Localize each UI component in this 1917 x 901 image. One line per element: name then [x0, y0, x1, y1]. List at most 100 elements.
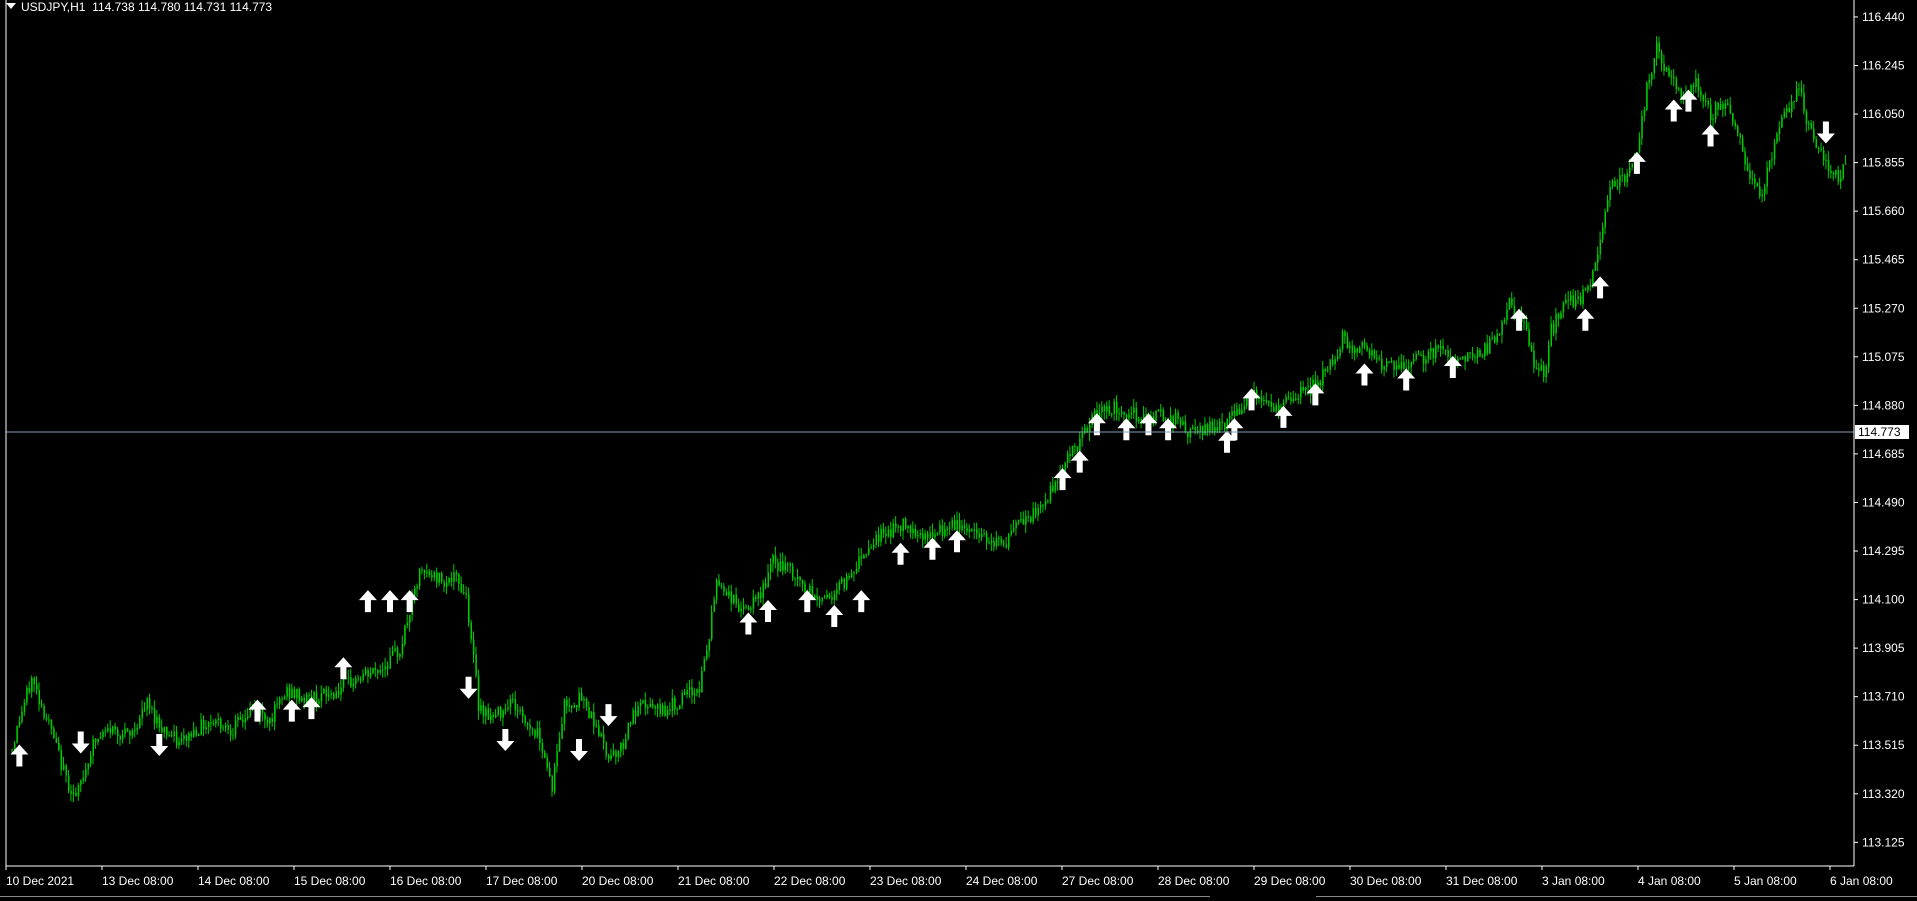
candle-body [1214, 427, 1216, 432]
candle-body [892, 523, 895, 538]
candle-body [1773, 142, 1776, 160]
candle-body [1808, 122, 1810, 124]
candle-body [504, 709, 507, 711]
sell-arrow-icon [570, 738, 588, 761]
candle-body [249, 709, 252, 716]
candle-body [551, 776, 553, 792]
candle-body [826, 594, 828, 598]
candle-body [1732, 113, 1734, 123]
candle-body [524, 716, 526, 724]
candle-body [598, 725, 600, 737]
candle-body [855, 569, 858, 573]
candle-body [1233, 410, 1236, 416]
candle-body [1243, 405, 1246, 411]
candle-body [1631, 163, 1633, 168]
candle-body [406, 622, 409, 626]
candle-body [1653, 58, 1656, 74]
candle-body [740, 608, 742, 612]
candle-body [1373, 350, 1376, 359]
y-tick-label: 114.295 [1862, 544, 1905, 558]
candle-body [1000, 538, 1003, 544]
candle-body [139, 717, 141, 728]
candle-body [1491, 337, 1494, 339]
candle-body [1533, 350, 1535, 368]
y-tick-label: 115.465 [1862, 253, 1905, 267]
candle-body [1530, 345, 1533, 351]
x-tick-label: 21 Dec 08:00 [678, 874, 750, 888]
x-tick-label: 17 Dec 08:00 [486, 874, 558, 888]
candle-body [222, 727, 225, 729]
candle-body [765, 583, 767, 587]
candle-body [1496, 333, 1498, 343]
candle-body [1344, 331, 1346, 337]
candle-body [760, 592, 762, 599]
candle-body [1638, 138, 1641, 153]
candle-body [1113, 401, 1116, 414]
candle-body [833, 593, 836, 600]
candle-body [58, 742, 60, 750]
candle-body [144, 708, 146, 710]
candle-body [1768, 160, 1771, 168]
candle-body [190, 733, 193, 737]
candle-body [360, 679, 362, 681]
candle-body [882, 528, 885, 534]
candle-body [1420, 354, 1422, 356]
candle-body [919, 533, 922, 535]
y-tick-label: 114.490 [1862, 495, 1905, 509]
candle-body [792, 566, 794, 579]
candle-body [507, 707, 509, 710]
candle-body [607, 755, 610, 760]
candle-body [1501, 321, 1503, 335]
candle-body [1587, 285, 1589, 291]
buy-arrow-icon [334, 657, 353, 680]
candle-body [480, 705, 482, 712]
candle-body [1273, 406, 1275, 412]
y-tick-label: 115.270 [1862, 301, 1905, 315]
candle-body [1503, 319, 1506, 322]
x-tick-label: 16 Dec 08:00 [390, 874, 462, 888]
candle-body [593, 711, 595, 727]
candle-body [1511, 298, 1513, 306]
buy-arrow-icon [282, 699, 301, 722]
sell-arrow-icon [1816, 121, 1835, 144]
candle-body [1133, 407, 1135, 414]
candle-body [1840, 178, 1842, 183]
candle-body [936, 532, 939, 535]
candle-body [1476, 349, 1479, 358]
buy-arrow-icon [1397, 368, 1416, 391]
candle-body [117, 729, 119, 737]
candle-body [271, 718, 274, 722]
candle-body [917, 534, 919, 537]
candle-body [445, 582, 448, 587]
candle-body [276, 703, 279, 705]
candle-body [33, 677, 36, 685]
candle-body [298, 689, 301, 701]
candle-body [1737, 126, 1739, 134]
candle-body [1616, 186, 1619, 188]
candle-body [1349, 345, 1351, 348]
candle-body [372, 668, 374, 674]
candle-body [1525, 322, 1528, 330]
candle-body [379, 670, 382, 673]
candle-body [1771, 159, 1773, 161]
candle-body [968, 529, 971, 532]
candle-body [657, 704, 659, 709]
x-tick-label: 10 Dec 2021 [6, 874, 74, 888]
price-chart[interactable]: 116.440 116.245 116.050 115.855 115.660 115.4… [0, 0, 1917, 900]
candle-body [362, 673, 364, 680]
candle-body [50, 719, 53, 729]
candle-body [1557, 313, 1560, 319]
candle-body [1498, 333, 1501, 335]
candle-body [1351, 345, 1354, 353]
candle-body [1484, 343, 1486, 357]
candle-body [799, 576, 801, 581]
candle-body [1540, 365, 1543, 371]
candle-body [463, 592, 465, 594]
candle-body [617, 751, 620, 758]
candle-body [421, 569, 423, 571]
candle-body [1005, 544, 1008, 548]
candle-body [1602, 227, 1604, 240]
candle-body [1822, 149, 1825, 161]
candle-body [703, 659, 706, 671]
x-tick-label: 30 Dec 08:00 [1350, 874, 1422, 888]
